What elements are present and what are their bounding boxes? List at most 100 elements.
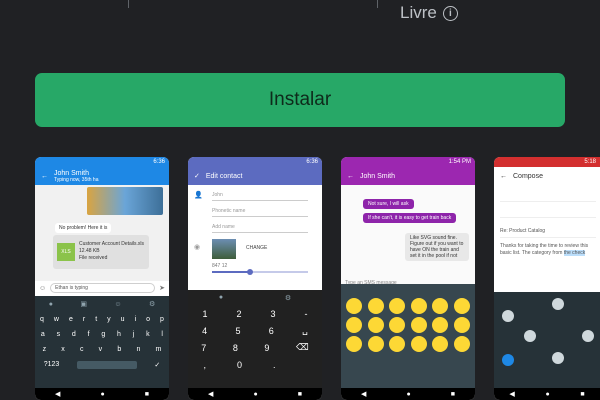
key[interactable]: l <box>161 331 163 338</box>
key[interactable]: h <box>117 331 121 338</box>
num-row: 1 2 3 - <box>188 305 322 322</box>
emoji-face-icon[interactable] <box>432 298 449 314</box>
key[interactable]: q <box>40 316 44 323</box>
num-key[interactable]: 5 <box>235 326 240 336</box>
key[interactable]: n <box>136 346 140 353</box>
nav-recents-icon: ■ <box>450 390 455 398</box>
key[interactable]: s <box>57 331 61 338</box>
key[interactable]: i <box>135 316 137 323</box>
keyboard-toolbar: ● ▣ ☺ ⚙ <box>35 296 169 312</box>
number-field[interactable]: 847 12 <box>212 263 227 269</box>
emoji-face-icon[interactable] <box>346 298 363 314</box>
emoji-face-icon[interactable] <box>432 317 449 333</box>
subject-line[interactable]: Re: Product Catalog <box>500 225 596 238</box>
slider-knob[interactable] <box>247 269 254 275</box>
change-photo-button[interactable]: CHANGE <box>246 245 267 251</box>
app-bar: ✓ Edit contact <box>188 167 322 185</box>
compose-input[interactable]: Ethan is typing <box>50 283 156 293</box>
num-key[interactable]: 3 <box>270 309 275 319</box>
trackpad-button[interactable] <box>552 352 564 364</box>
trackpad-select-button[interactable] <box>502 354 514 366</box>
emoji-face-icon[interactable] <box>367 298 384 314</box>
emoji-face-icon[interactable] <box>410 317 427 333</box>
key[interactable]: x <box>61 346 65 353</box>
emoji-face-icon[interactable] <box>346 336 363 352</box>
camera-icon: ◉ <box>194 244 201 251</box>
screenshot-edit-contact[interactable]: 6:36 ✓ Edit contact 👤 John Phonetic name… <box>188 157 322 400</box>
key[interactable]: w <box>54 316 59 323</box>
num-key[interactable]: ␣ <box>302 325 308 336</box>
num-key[interactable]: 1 <box>202 309 207 319</box>
key[interactable]: m <box>156 346 162 353</box>
num-key[interactable]: 4 <box>202 326 207 336</box>
num-key[interactable]: ⌫ <box>296 342 309 353</box>
info-icon[interactable]: i <box>442 5 458 21</box>
key[interactable]: u <box>121 316 125 323</box>
emoji-face-icon[interactable] <box>346 317 363 333</box>
check-icon: ✓ <box>194 173 200 180</box>
key[interactable]: a <box>41 331 45 338</box>
key[interactable]: y <box>107 316 111 323</box>
field-slider[interactable] <box>212 269 308 275</box>
key[interactable]: t <box>95 316 97 323</box>
num-key[interactable]: 0 <box>237 360 242 370</box>
emoji-face-icon[interactable] <box>432 336 449 352</box>
trackpad-button[interactable] <box>502 310 514 322</box>
key[interactable]: f <box>88 331 90 338</box>
form-field[interactable]: John <box>212 189 308 201</box>
body-text[interactable]: Thanks for taking the time to review thi… <box>500 243 596 257</box>
num-key[interactable]: 2 <box>236 309 241 319</box>
key[interactable]: r <box>83 316 85 323</box>
emoji-face-icon[interactable] <box>389 317 406 333</box>
num-key[interactable]: . <box>273 360 276 370</box>
nav-home-icon: ● <box>406 390 411 398</box>
num-key[interactable]: 7 <box>201 343 206 353</box>
trackpad-button[interactable] <box>524 330 536 342</box>
emoji-face-icon[interactable] <box>367 317 384 333</box>
screenshot-emoji-keyboard[interactable]: 1:54 PM ← John Smith Not sure, I will as… <box>341 157 475 400</box>
emoji-face-icon[interactable] <box>453 317 470 333</box>
status-time: 6:36 <box>306 159 318 165</box>
key[interactable]: z <box>43 346 47 353</box>
screenshot-chat-keyboard[interactable]: 6:36 ← John Smith Typing now, 35th ha No… <box>35 157 169 400</box>
key[interactable]: j <box>133 331 135 338</box>
emoji-face-icon[interactable] <box>453 298 470 314</box>
chat-header: John Smith Typing now, 35th ha <box>54 170 98 183</box>
cursor-trackpad[interactable] <box>494 292 600 388</box>
num-key[interactable]: 9 <box>264 343 269 353</box>
key[interactable]: c <box>80 346 84 353</box>
emoji-face-icon[interactable] <box>389 298 406 314</box>
num-key[interactable]: 8 <box>233 343 238 353</box>
trackpad-button[interactable] <box>582 330 594 342</box>
key[interactable]: b <box>117 346 121 353</box>
form-field[interactable]: Add name <box>212 221 308 233</box>
settings-icon: ⚙ <box>148 301 156 308</box>
enter-key-icon[interactable]: ✓ <box>154 361 160 369</box>
emoji-face-icon[interactable] <box>410 336 427 352</box>
app-title: Edit contact <box>205 172 243 180</box>
screenshot-compose-email[interactable]: 5:18 ← Compose Re: Product Catalog Thank… <box>494 157 600 400</box>
key[interactable]: v <box>99 346 103 353</box>
install-button[interactable]: Instalar <box>35 73 565 127</box>
form-field[interactable]: Phonetic name <box>212 205 308 217</box>
emoji-face-icon[interactable] <box>410 298 427 314</box>
screenshot-carousel[interactable]: 6:36 ← John Smith Typing now, 35th ha No… <box>0 157 600 400</box>
key[interactable]: k <box>146 331 150 338</box>
num-key[interactable]: 6 <box>269 326 274 336</box>
emoji-face-icon[interactable] <box>453 336 470 352</box>
sent-message: If she can't, it is easy to get train ba… <box>363 213 457 223</box>
key[interactable]: g <box>101 331 105 338</box>
key[interactable]: e <box>69 316 73 323</box>
back-arrow-icon: ← <box>347 172 354 180</box>
emoji-face-icon[interactable] <box>367 336 384 352</box>
key[interactable]: o <box>146 316 150 323</box>
symbols-key[interactable]: ?123 <box>44 361 60 368</box>
num-key[interactable]: - <box>304 309 307 319</box>
trackpad-button[interactable] <box>552 298 564 310</box>
emoji-face-icon[interactable] <box>389 336 406 352</box>
received-message: Like SVG sound fine. Figure out if you w… <box>405 233 469 261</box>
num-key[interactable]: , <box>203 360 206 370</box>
space-key[interactable] <box>76 360 137 369</box>
key[interactable]: d <box>72 331 76 338</box>
key[interactable]: p <box>160 316 164 323</box>
